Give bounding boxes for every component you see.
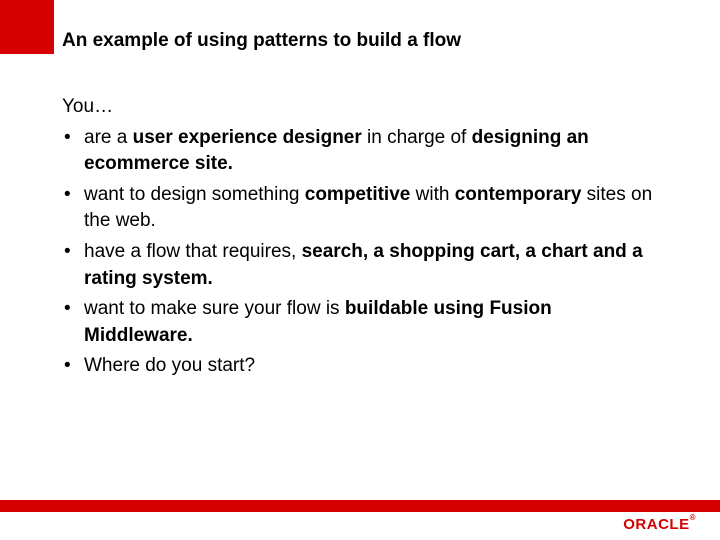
- footer-bar: [0, 500, 720, 512]
- slide-body: You… are a user experience designer in c…: [62, 94, 662, 384]
- list-item: have a flow that requires, search, a sho…: [62, 239, 662, 292]
- accent-square: [0, 0, 54, 54]
- bullet-list: are a user experience designer in charge…: [62, 125, 662, 380]
- intro-text: You…: [62, 94, 662, 121]
- slide: An example of using patterns to build a …: [0, 0, 720, 540]
- list-item: want to design something competitive wit…: [62, 182, 662, 235]
- list-item: want to make sure your flow is buildable…: [62, 296, 662, 349]
- logo-text: ORACLE®: [623, 516, 696, 533]
- slide-title: An example of using patterns to build a …: [62, 30, 461, 52]
- list-item: Where do you start?: [62, 353, 662, 380]
- oracle-logo: ORACLE®: [623, 516, 696, 532]
- list-item: are a user experience designer in charge…: [62, 125, 662, 178]
